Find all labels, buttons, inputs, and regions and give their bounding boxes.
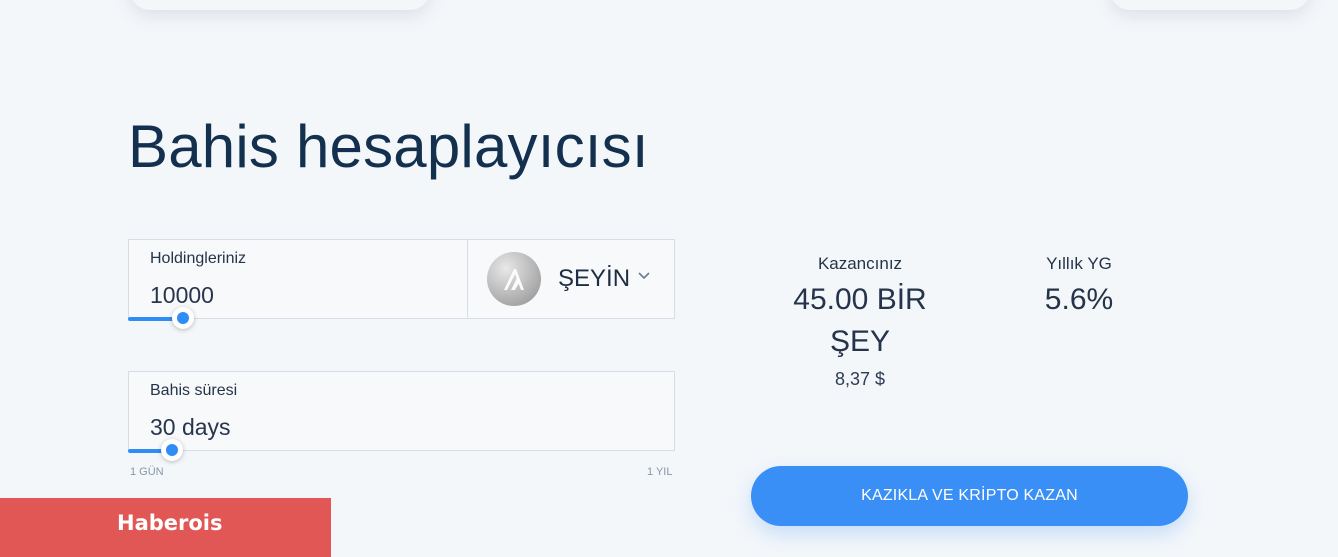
duration-min-label: 1 GÜN xyxy=(130,466,164,478)
duration-label: Bahis süresi xyxy=(150,382,238,399)
duration-slider-thumb[interactable] xyxy=(161,439,183,461)
top-card-left xyxy=(130,0,430,10)
chevron-down-icon xyxy=(638,272,650,280)
holdings-field[interactable]: Holdingleriniz 10000 ŞEYİN xyxy=(128,239,675,319)
coin-symbol: ŞEYİN xyxy=(558,265,631,292)
earnings-usd: 8,37 $ xyxy=(834,369,886,389)
page-title: Bahis hesaplayıcısı xyxy=(128,113,649,180)
apy-value: 5.6% xyxy=(1044,283,1114,316)
apy-label: Yıllık YG xyxy=(1046,254,1112,273)
holdings-input[interactable]: 10000 xyxy=(150,282,214,309)
coin-dropdown[interactable]: ŞEYİN xyxy=(468,240,675,318)
algorand-logo-icon xyxy=(487,252,541,306)
holdings-slider-thumb[interactable] xyxy=(172,307,194,329)
brand-badge[interactable]: Haberois xyxy=(0,498,331,557)
earnings-label: Kazancınız xyxy=(817,254,903,273)
duration-value: 30 days xyxy=(150,414,231,440)
earnings-value: 45.00 BİR ŞEY xyxy=(793,283,927,358)
top-card-right xyxy=(1110,0,1310,10)
duration-max-label: 1 YIL xyxy=(647,466,673,478)
duration-field[interactable]: Bahis süresi 30 days xyxy=(128,371,675,451)
holdings-label: Holdingleriniz xyxy=(150,250,247,267)
stake-and-earn-button[interactable]: KAZIKLA VE KRİPTO KAZAN xyxy=(751,466,1188,526)
